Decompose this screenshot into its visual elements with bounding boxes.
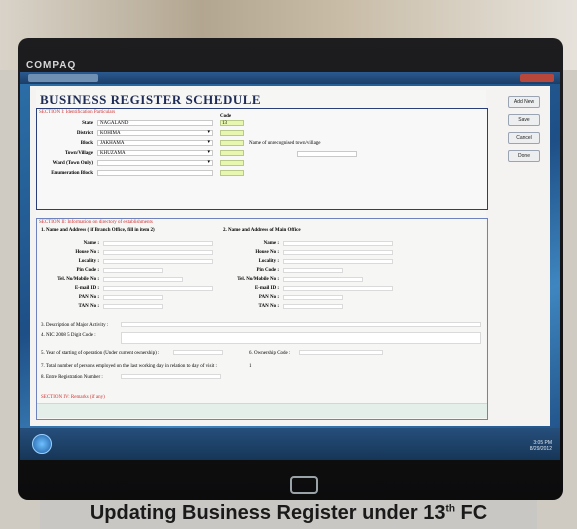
right-pin-label: Pin Code : [256, 268, 280, 273]
window-titlebar [20, 72, 560, 84]
block-label: Block [80, 141, 93, 146]
window-close-button[interactable] [520, 74, 554, 82]
left-locality-input[interactable] [103, 259, 213, 264]
state-input[interactable]: NAGALAND [97, 120, 213, 126]
ward-select[interactable]: ▾ [97, 160, 213, 166]
right-name-input[interactable] [283, 241, 393, 246]
left-email-input[interactable] [103, 286, 213, 291]
right-email-input[interactable] [283, 286, 393, 291]
right-tel-input[interactable] [283, 277, 363, 282]
enumeration-block-input[interactable] [97, 170, 213, 176]
left-tan-input[interactable] [103, 304, 163, 309]
business-register-form: BUSINESS REGISTER SCHEDULE SECTION I: Id… [36, 90, 488, 420]
action-buttons: Add New Save Cancel Done [504, 96, 544, 168]
enumeration-block-code[interactable] [220, 170, 244, 176]
right-name-label: Name : [263, 241, 279, 246]
form-title: BUSINESS REGISTER SCHEDULE [40, 92, 262, 107]
right-locality-input[interactable] [283, 259, 393, 264]
ownership-code-label: 6. Ownership Code : [249, 351, 291, 356]
left-house-input[interactable] [103, 250, 213, 255]
right-pan-input[interactable] [283, 295, 343, 300]
state-code[interactable]: 13 [220, 120, 244, 126]
section1-header: SECTION I: Identification Particulars [39, 110, 116, 115]
left-pin-label: Pin Code : [76, 268, 100, 273]
chevron-down-icon: ▾ [207, 140, 210, 145]
left-email-label: E-mail ID : [74, 286, 99, 291]
monitor-brand: COMPAQ [26, 60, 77, 71]
major-activity-input[interactable] [121, 322, 481, 327]
left-name-input[interactable] [103, 241, 213, 246]
left-tel-label: Tel. No/Mobile No : [57, 277, 99, 282]
district-select[interactable]: KOHIMA ▾ [97, 130, 213, 136]
right-tan-label: TAN No : [258, 304, 279, 309]
code-header: Code [220, 114, 232, 119]
remarks-header: SECTION IV: Remarks (if any) [41, 395, 105, 400]
town-village-label: Town/Village [65, 151, 93, 156]
left-locality-label: Locality : [78, 259, 99, 264]
district-code[interactable] [220, 130, 244, 136]
screen: BUSINESS REGISTER SCHEDULE SECTION I: Id… [20, 72, 560, 460]
chevron-down-icon: ▾ [207, 130, 210, 135]
ward-label: Ward (Town Only) [52, 161, 93, 166]
start-button[interactable] [32, 434, 52, 454]
done-button[interactable]: Done [508, 150, 540, 162]
monitor-logo-icon [290, 476, 318, 494]
left-pan-input[interactable] [103, 295, 163, 300]
unrecognised-town-label: Name of unrecognised town/village [249, 141, 321, 146]
block-select[interactable]: JAKHAMA ▾ [97, 140, 213, 146]
section2-header: SECTION II: Information on directory of … [39, 220, 153, 225]
major-activity-label: 3. Description of Major Activity : [41, 323, 109, 328]
right-house-input[interactable] [283, 250, 393, 255]
cancel-button[interactable]: Cancel [508, 132, 540, 144]
right-pin-input[interactable] [283, 268, 343, 273]
registration-number-input[interactable] [121, 374, 221, 379]
year-start-select[interactable] [173, 350, 223, 355]
left-pin-input[interactable] [103, 268, 163, 273]
main-office-title: 2. Name and Address of Main Office [223, 228, 301, 233]
ownership-code-select[interactable] [299, 350, 383, 355]
remarks-input[interactable] [37, 403, 487, 418]
right-house-label: House No : [255, 250, 279, 255]
ward-code[interactable] [220, 160, 244, 166]
save-button[interactable]: Save [508, 114, 540, 126]
district-label: District [76, 131, 93, 136]
state-label: State [82, 121, 93, 126]
right-locality-label: Locality : [258, 259, 279, 264]
chevron-down-icon: ▾ [207, 150, 210, 155]
year-start-label: 5. Year of starting of operation (Under … [41, 351, 160, 356]
left-tel-input[interactable] [103, 277, 183, 282]
left-name-label: Name : [83, 241, 99, 246]
taskbar: 3:05 PM 8/29/2012 [20, 428, 560, 460]
persons-employed-label: 7. Total number of persons employed on t… [41, 364, 217, 369]
section-directory: SECTION II: Information on directory of … [36, 218, 488, 420]
town-village-select[interactable]: KHUZAMA ▾ [97, 150, 213, 156]
unrecognised-town-input[interactable] [297, 151, 357, 157]
add-new-button[interactable]: Add New [508, 96, 540, 108]
app-window: BUSINESS REGISTER SCHEDULE SECTION I: Id… [30, 86, 550, 426]
right-tan-input[interactable] [283, 304, 343, 309]
chevron-down-icon: ▾ [207, 160, 210, 165]
section-identification: SECTION I: Identification Particulars Co… [36, 108, 488, 210]
system-tray-clock[interactable]: 3:05 PM 8/29/2012 [530, 440, 552, 452]
left-pan-label: PAN No : [78, 295, 99, 300]
slide-caption: Updating Business Register under 13th FC [89, 502, 488, 524]
window-tab[interactable] [28, 74, 98, 82]
right-pan-label: PAN No : [258, 295, 279, 300]
registration-number-label: 8. Entre Registration Number : [41, 375, 103, 380]
enumeration-block-label: Enumeration Block [51, 171, 93, 176]
right-tel-label: Tel. No/Mobile No : [237, 277, 279, 282]
persons-employed-value[interactable]: 1 [249, 364, 252, 369]
nic-code-label: 4. NIC 2008 5 Digit Code : [41, 333, 96, 338]
town-village-code[interactable] [220, 150, 244, 156]
nic-code-select[interactable] [121, 332, 481, 344]
block-code[interactable] [220, 140, 244, 146]
left-house-label: House No : [75, 250, 99, 255]
branch-address-title: 1. Name and Address ( if Branch Office, … [41, 228, 155, 233]
right-email-label: E-mail ID : [254, 286, 279, 291]
left-tan-label: TAN No : [78, 304, 99, 309]
